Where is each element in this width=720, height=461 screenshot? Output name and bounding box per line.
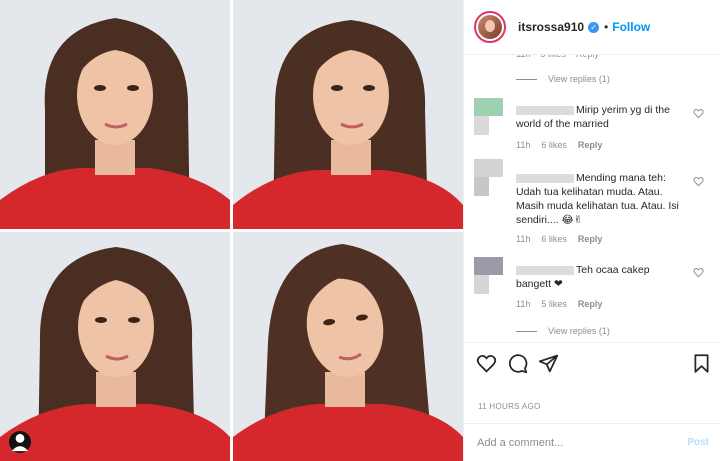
reply-button[interactable]: Reply <box>578 140 603 150</box>
follow-button[interactable]: Follow <box>612 20 650 34</box>
share-icon[interactable] <box>538 353 559 374</box>
action-bar <box>464 342 720 382</box>
view-replies-button[interactable]: View replies (1) <box>516 74 610 84</box>
view-replies-button[interactable]: View replies (1) <box>516 326 610 336</box>
separator-dot: • <box>604 20 609 34</box>
heart-icon[interactable] <box>693 108 704 119</box>
commenter-avatar[interactable] <box>474 159 503 196</box>
comment-meta: 11h 5 likes Reply <box>516 299 602 309</box>
post-sidebar: itsrossa910 ✓ • Follow 11h 5 likes Reply… <box>463 0 720 461</box>
comments-list[interactable]: 11h 5 likes Reply View replies (1) Mirip… <box>464 44 720 342</box>
photo-top-left <box>0 0 230 229</box>
post-button[interactable]: Post <box>687 437 709 448</box>
comment-meta: 11h 6 likes Reply <box>516 234 602 244</box>
heart-icon[interactable] <box>693 176 704 187</box>
post-header: itsrossa910 ✓ • Follow <box>464 0 720 55</box>
avatar[interactable] <box>474 11 506 43</box>
user-tag-icon[interactable] <box>9 431 31 453</box>
comment-input[interactable] <box>477 436 688 449</box>
blurred-username[interactable] <box>516 105 574 115</box>
blurred-username[interactable] <box>516 265 574 275</box>
photo-bottom-left <box>0 232 230 461</box>
commenter-avatar[interactable] <box>474 257 503 294</box>
heart-icon[interactable] <box>693 267 704 278</box>
reply-button[interactable]: Reply <box>578 234 603 244</box>
comment-text: Mending mana teh: Udah tua kelihatan mud… <box>516 172 679 226</box>
comment-composer: Post <box>464 423 720 461</box>
comment-icon[interactable] <box>507 353 528 374</box>
comment-time: 11h <box>516 299 531 309</box>
photo-top-right <box>233 0 463 229</box>
photo-bottom-right <box>233 232 463 461</box>
comment-meta: 11h 6 likes Reply <box>516 140 602 150</box>
comment-likes[interactable]: 6 likes <box>541 140 567 150</box>
like-icon[interactable] <box>476 353 497 374</box>
username-link[interactable]: itsrossa910 <box>518 20 584 34</box>
comment-likes[interactable]: 5 likes <box>541 299 567 309</box>
post-timestamp[interactable]: 11 HOURS AGO <box>478 402 541 411</box>
comment-text: Mirip yerim yg di the world of the marri… <box>516 104 670 130</box>
comment-likes[interactable]: 6 likes <box>541 234 567 244</box>
comment-time: 11h <box>516 140 531 150</box>
save-icon[interactable] <box>691 353 712 374</box>
post-image[interactable] <box>0 0 463 461</box>
comment-time: 11h <box>516 234 531 244</box>
reply-button[interactable]: Reply <box>578 299 603 309</box>
comment-text: Teh ocaa cakep bangett ❤ <box>516 264 650 290</box>
blurred-username[interactable] <box>516 173 574 183</box>
commenter-avatar[interactable] <box>474 98 503 135</box>
verified-badge-icon: ✓ <box>588 21 600 33</box>
